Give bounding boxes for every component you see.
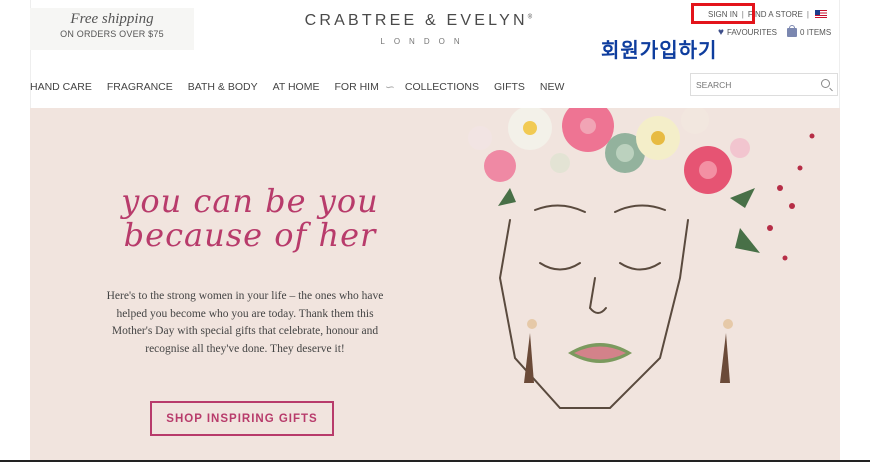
main-nav: HAND CARE FRAGRANCE BATH & BODY AT HOME … bbox=[30, 80, 579, 94]
search-input[interactable] bbox=[691, 74, 811, 95]
nav-for-him[interactable]: FOR HIM bbox=[334, 81, 378, 93]
search-box[interactable] bbox=[690, 73, 838, 96]
cart-items-link[interactable]: 0 ITEMS bbox=[800, 28, 831, 37]
nav-hand-care[interactable]: HAND CARE bbox=[30, 81, 92, 93]
nav-at-home[interactable]: AT HOME bbox=[273, 81, 320, 93]
lips bbox=[568, 343, 632, 363]
nav-bath-body[interactable]: BATH & BODY bbox=[188, 81, 258, 93]
promo-title: Free shipping bbox=[70, 11, 154, 27]
shopping-bag-icon[interactable] bbox=[787, 25, 798, 37]
brand-logo[interactable]: CRABTREE & EVELYN® LONDON bbox=[295, 12, 545, 46]
hero-headline: you can be you because of her bbox=[100, 184, 400, 252]
sign-in-highlight-box bbox=[691, 3, 755, 24]
heart-icon[interactable]: ♥ bbox=[718, 27, 724, 38]
find-store-link[interactable]: FIND A STORE bbox=[748, 10, 803, 19]
flourish-icon: ∽ bbox=[384, 80, 395, 94]
favourites-link[interactable]: FAVOURITES bbox=[727, 28, 777, 37]
headline-line-2: because of her bbox=[123, 216, 377, 254]
nav-new[interactable]: NEW bbox=[540, 81, 565, 93]
nav-gifts[interactable]: GIFTS bbox=[494, 81, 525, 93]
nav-collections[interactable]: COLLECTIONS bbox=[405, 81, 479, 93]
headline-line-1: you can be you bbox=[121, 182, 379, 220]
search-icon[interactable] bbox=[821, 79, 830, 88]
separator: | bbox=[806, 9, 809, 19]
floral-face-illustration bbox=[468, 108, 815, 409]
korean-annotation: 회원가입하기 bbox=[601, 38, 718, 62]
free-shipping-promo[interactable]: Free shipping ON ORDERS OVER $75 bbox=[30, 8, 194, 50]
nav-fragrance[interactable]: FRAGRANCE bbox=[107, 81, 173, 93]
logo-location: LONDON bbox=[380, 37, 469, 46]
flower-crown bbox=[468, 108, 815, 261]
hero-body-text: Here's to the strong women in your life … bbox=[106, 290, 384, 355]
hero-banner: you can be you because of her Here's to … bbox=[30, 108, 840, 462]
logo-name: CRABTREE & EVELYN® bbox=[304, 12, 536, 29]
mini-cart: ♥ FAVOURITES 0 ITEMS bbox=[718, 25, 831, 38]
shop-inspiring-gifts-button[interactable]: SHOP INSPIRING GIFTS bbox=[150, 401, 334, 436]
us-flag-icon[interactable] bbox=[814, 10, 827, 18]
promo-subtitle: ON ORDERS OVER $75 bbox=[60, 29, 164, 39]
